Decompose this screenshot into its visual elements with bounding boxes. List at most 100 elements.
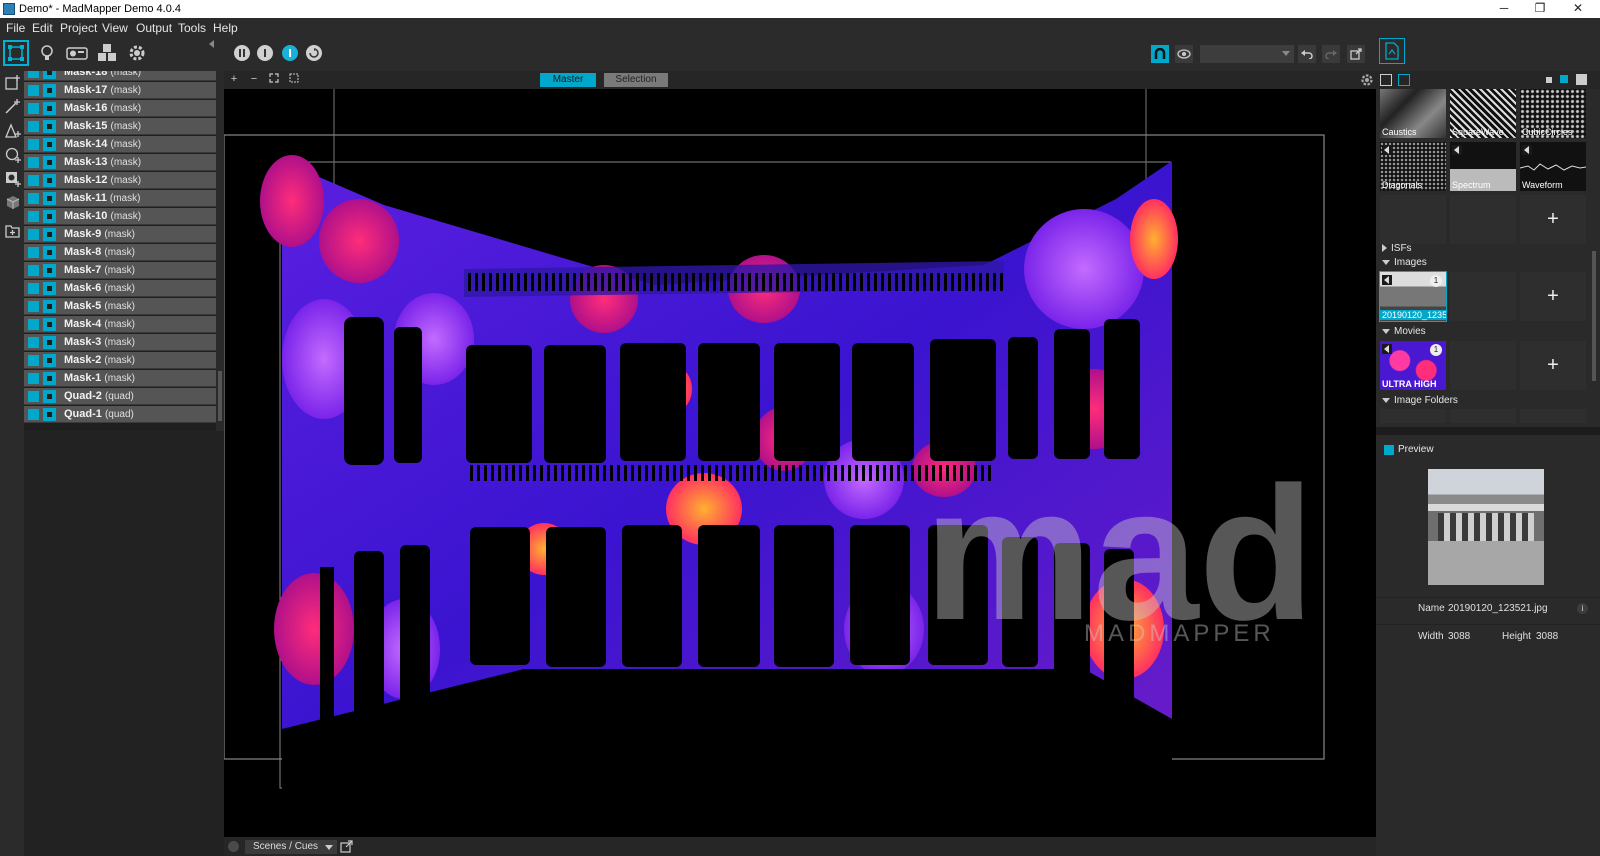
movie-thumbnail[interactable]: 1 ULTRA HIGH: [1380, 341, 1446, 390]
fit-view-button[interactable]: [268, 73, 280, 85]
add-generator-button[interactable]: +: [1520, 195, 1586, 244]
preview-checkbox[interactable]: [1384, 445, 1394, 455]
lock-icon[interactable]: [43, 174, 56, 187]
lock-icon[interactable]: [43, 228, 56, 241]
zoom-out-button[interactable]: −: [248, 73, 260, 85]
add-circle-tool[interactable]: [5, 147, 21, 163]
menu-project[interactable]: Project: [60, 21, 97, 35]
scenes-cues-dropdown[interactable]: Scenes / Cues: [245, 840, 337, 854]
layer-row[interactable]: Mask-12 (mask): [24, 172, 216, 189]
visibility-toggle[interactable]: [28, 337, 39, 348]
zoom-in-button[interactable]: +: [228, 73, 240, 85]
visibility-toggle[interactable]: [28, 265, 39, 276]
generator-caustics[interactable]: Caustics: [1380, 89, 1446, 138]
visibility-toggle[interactable]: [28, 373, 39, 384]
layer-row[interactable]: Mask-15 (mask): [24, 118, 216, 135]
visibility-toggle[interactable]: [28, 85, 39, 96]
visibility-toggle[interactable]: [28, 71, 39, 78]
restore-button[interactable]: ❐: [1522, 0, 1558, 18]
visibility-toggle[interactable]: [28, 229, 39, 240]
lock-icon[interactable]: [43, 318, 56, 331]
redo-button[interactable]: [1322, 45, 1340, 63]
add-quad-tool[interactable]: [5, 75, 21, 91]
visibility-button[interactable]: [1175, 45, 1193, 63]
tab-master[interactable]: Master: [540, 73, 596, 87]
lock-icon[interactable]: [43, 336, 56, 349]
layer-row[interactable]: Mask-10 (mask): [24, 208, 216, 225]
surfaces-mode-button[interactable]: [3, 40, 29, 66]
small-size-icon[interactable]: [1546, 77, 1552, 83]
lock-icon[interactable]: [43, 264, 56, 277]
visibility-toggle[interactable]: [28, 193, 39, 204]
layer-row[interactable]: Mask-3 (mask): [24, 334, 216, 351]
layer-row[interactable]: Mask-2 (mask): [24, 352, 216, 369]
layer-row[interactable]: Mask-1 (mask): [24, 370, 216, 387]
layer-row[interactable]: Mask-11 (mask): [24, 190, 216, 207]
visibility-toggle[interactable]: [28, 211, 39, 222]
layer-row[interactable]: Mask-8 (mask): [24, 244, 216, 261]
pause-button[interactable]: [234, 45, 250, 61]
lock-icon[interactable]: [43, 138, 56, 151]
layer-row[interactable]: Mask-18 (mask): [24, 71, 216, 81]
visibility-toggle[interactable]: [28, 247, 39, 258]
minimize-button[interactable]: ─: [1486, 0, 1522, 18]
image-thumbnail[interactable]: 1 20190120_123521.: [1379, 271, 1447, 322]
generator-spectrum[interactable]: Spectrum: [1450, 142, 1516, 191]
info-icon[interactable]: i: [1577, 603, 1588, 614]
menu-output[interactable]: Output: [136, 21, 172, 35]
magnet-button[interactable]: [1151, 45, 1169, 63]
fixtures-mode-button[interactable]: [34, 40, 60, 66]
large-size-icon[interactable]: [1576, 74, 1587, 85]
generator-squarewave[interactable]: SquareWave: [1450, 89, 1516, 138]
undo-button[interactable]: [1298, 45, 1316, 63]
visibility-toggle[interactable]: [28, 391, 39, 402]
layer-row[interactable]: Mask-17 (mask): [24, 82, 216, 99]
lock-icon[interactable]: [43, 390, 56, 403]
restart-button[interactable]: [306, 45, 322, 61]
view-dropdown[interactable]: [1200, 45, 1294, 63]
menu-view[interactable]: View: [102, 21, 128, 35]
panel-splitter[interactable]: [1376, 427, 1600, 435]
modules-mode-button[interactable]: [94, 40, 120, 66]
lock-icon[interactable]: [43, 246, 56, 259]
visibility-toggle[interactable]: [28, 157, 39, 168]
lock-icon[interactable]: [43, 408, 56, 421]
visibility-toggle[interactable]: [28, 283, 39, 294]
scrollbar-thumb[interactable]: [218, 371, 222, 421]
lock-icon[interactable]: [43, 156, 56, 169]
layer-row[interactable]: Quad-1 (quad): [24, 406, 216, 423]
visibility-toggle[interactable]: [28, 121, 39, 132]
visibility-toggle[interactable]: [28, 175, 39, 186]
preferences-button[interactable]: [124, 40, 150, 66]
layer-row[interactable]: Mask-13 (mask): [24, 154, 216, 171]
layer-row[interactable]: Mask-4 (mask): [24, 316, 216, 333]
medium-size-icon[interactable]: [1560, 75, 1568, 83]
media-scrollbar-thumb[interactable]: [1592, 251, 1596, 381]
frame-view-button[interactable]: [288, 73, 300, 85]
visibility-toggle[interactable]: [28, 409, 39, 420]
lock-icon[interactable]: [43, 282, 56, 295]
visibility-toggle[interactable]: [28, 301, 39, 312]
lock-icon[interactable]: [43, 354, 56, 367]
layer-row[interactable]: Mask-16 (mask): [24, 100, 216, 117]
add-group-tool[interactable]: [5, 223, 21, 239]
list-view-icon[interactable]: [1380, 74, 1392, 86]
menu-file[interactable]: File: [6, 21, 25, 35]
images-section-header[interactable]: Images: [1382, 257, 1427, 268]
add-triangle-tool[interactable]: [5, 123, 21, 139]
visibility-toggle[interactable]: [28, 355, 39, 366]
popout-button[interactable]: [340, 840, 353, 856]
canvas-settings-button[interactable]: [1360, 73, 1374, 90]
visibility-toggle[interactable]: [28, 103, 39, 114]
isfs-section-header[interactable]: ISFs: [1382, 243, 1412, 254]
image-folders-section-header[interactable]: Image Folders: [1382, 395, 1458, 406]
generator-waveform[interactable]: Waveform: [1520, 142, 1586, 191]
project-document-button[interactable]: [1379, 38, 1405, 64]
generator-diagonals[interactable]: Diagonals: [1380, 142, 1446, 191]
menu-edit[interactable]: Edit: [32, 21, 53, 35]
visibility-toggle[interactable]: [28, 319, 39, 330]
movies-section-header[interactable]: Movies: [1382, 326, 1426, 337]
lock-icon[interactable]: [43, 102, 56, 115]
surfaces-list-scrollbar[interactable]: [216, 71, 224, 431]
lock-icon[interactable]: [43, 84, 56, 97]
